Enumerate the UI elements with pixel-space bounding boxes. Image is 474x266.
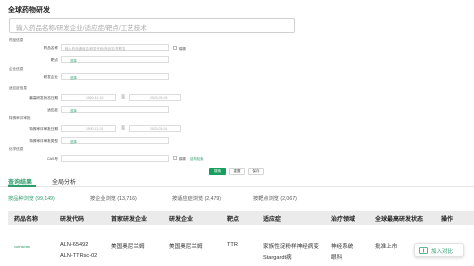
indication-field[interactable]: 选择 <box>61 106 169 113</box>
active-tab-indicator <box>8 185 36 187</box>
col-indication: 适应症 <box>263 217 282 223</box>
target-field[interactable]: 选择 <box>61 56 169 63</box>
section-chem-info: 化学信息 <box>9 147 24 151</box>
col-area: 治疗领域 <box>331 217 356 223</box>
date-from-field[interactable]: 1900-12-10 <box>61 94 116 101</box>
date-from-value: 1900-12-10 <box>86 95 104 100</box>
special-date-to-value: 2023-03-01 <box>150 126 168 131</box>
reset-button[interactable]: 重置 <box>229 168 245 175</box>
structure-search-link[interactable]: 结构检索 <box>190 156 204 161</box>
developer-label: 研发企业 <box>43 74 58 79</box>
indication-label: 适应症 <box>47 107 58 112</box>
special-type-label: 特殊审评审批类型 <box>29 138 58 143</box>
date-range-separator: 至 <box>121 94 126 99</box>
col-company: 研发企业 <box>169 217 194 223</box>
tab-global-analysis[interactable]: 全局分析 <box>52 177 76 186</box>
col-drug-name: 药品名称 <box>14 217 39 223</box>
special-date-from-value: 1900-12-01 <box>86 126 104 131</box>
date-to-value: 2023-03-09 <box>150 95 168 100</box>
special-date-separator: 至 <box>121 125 126 130</box>
section-indication-info: 适应症信息 <box>9 86 27 90</box>
date-to-field[interactable]: 2023-03-09 <box>129 94 181 101</box>
page-title: 全球药物研发 <box>8 7 50 14</box>
search-placeholder: 输入药品名称/研发企业/适应症/靶点/工艺技术 <box>16 25 147 32</box>
drug-name-placeholder: 输入药品通用名/研发代码/商品名/关联名 <box>65 46 126 51</box>
add-to-compare-label: 加入对比 <box>431 249 454 255</box>
special-type-select-link[interactable]: 选择 <box>70 139 77 144</box>
developer-select-link[interactable]: 选择 <box>70 75 77 80</box>
col-first-company: 首家研发企业 <box>111 217 148 223</box>
drug-name-field[interactable]: 输入药品通用名/研发代码/商品名/关联名 <box>61 44 169 51</box>
row-target: TTR <box>227 242 238 248</box>
view-by-drug[interactable]: 按品种浏览 (99,149) <box>8 195 55 202</box>
save-button[interactable]: 保存 <box>248 168 264 175</box>
special-type-field[interactable]: 选择 <box>61 137 169 144</box>
row-company: 美国奥尼兰姆 <box>169 244 203 250</box>
row-area-1: 神经系统 <box>331 244 354 250</box>
row-drug-name[interactable]: vutrisiran <box>14 244 30 249</box>
target-select-link[interactable]: 选择 <box>70 58 77 63</box>
view-by-company[interactable]: 按企业浏览 (13,716) <box>90 195 137 202</box>
view-by-target[interactable]: 按靶点浏览 (2,067) <box>253 195 297 202</box>
row-area-2: 眼科 <box>331 255 343 261</box>
row-indication-1: 家族性淀粉样神经病变 <box>263 244 319 250</box>
compare-icon <box>419 247 428 254</box>
row-status: 批准上市 <box>375 244 398 250</box>
cas-label: CAS号 <box>47 156 58 161</box>
drug-name-label: 药品名称 <box>43 45 58 50</box>
section-drug-info: 药品信息 <box>9 38 24 42</box>
col-status: 全球最高研发状态 <box>375 217 424 223</box>
view-by-indication[interactable]: 按适应症浏览 (2,479) <box>172 195 221 202</box>
row-code-1: ALN-65492 <box>60 242 89 248</box>
cas-fuzzy-checkbox[interactable] <box>173 156 177 160</box>
cas-fuzzy-label: 模糊 <box>179 157 186 161</box>
add-to-compare-button[interactable]: 加入对比 <box>414 243 464 257</box>
row-indication-2: Stargardt病 <box>263 255 292 261</box>
section-company-info: 企业信息 <box>9 67 24 71</box>
row-code-2: ALN-TTRsc-02 <box>60 253 98 259</box>
target-label: 靶点 <box>50 57 58 62</box>
highest-status-date-label: 最高研发状态日期 <box>29 95 58 100</box>
developer-field[interactable]: 选择 <box>61 73 169 80</box>
indication-select-link[interactable]: 选择 <box>70 108 77 113</box>
col-code: 研发代码 <box>60 217 85 223</box>
col-target: 靶点 <box>227 217 240 223</box>
section-special-review: 特殊审评审批 <box>9 116 31 120</box>
cas-field[interactable] <box>61 155 169 162</box>
tabs-divider <box>0 186 474 187</box>
row-first-company: 美国奥尼兰姆 <box>111 244 145 250</box>
col-actions: 操作 <box>441 217 454 223</box>
search-button[interactable]: 搜索 <box>209 168 226 175</box>
search-input[interactable]: 输入药品名称/研发企业/适应症/靶点/工艺技术 <box>9 18 295 33</box>
special-date-to-field[interactable]: 2023-03-01 <box>129 125 181 132</box>
special-date-label: 特殊审评审批日期 <box>29 126 58 131</box>
drug-name-fuzzy-checkbox[interactable] <box>173 45 177 50</box>
drug-name-fuzzy-label: 模糊 <box>179 46 186 51</box>
special-date-from-field[interactable]: 1900-12-01 <box>61 125 116 132</box>
